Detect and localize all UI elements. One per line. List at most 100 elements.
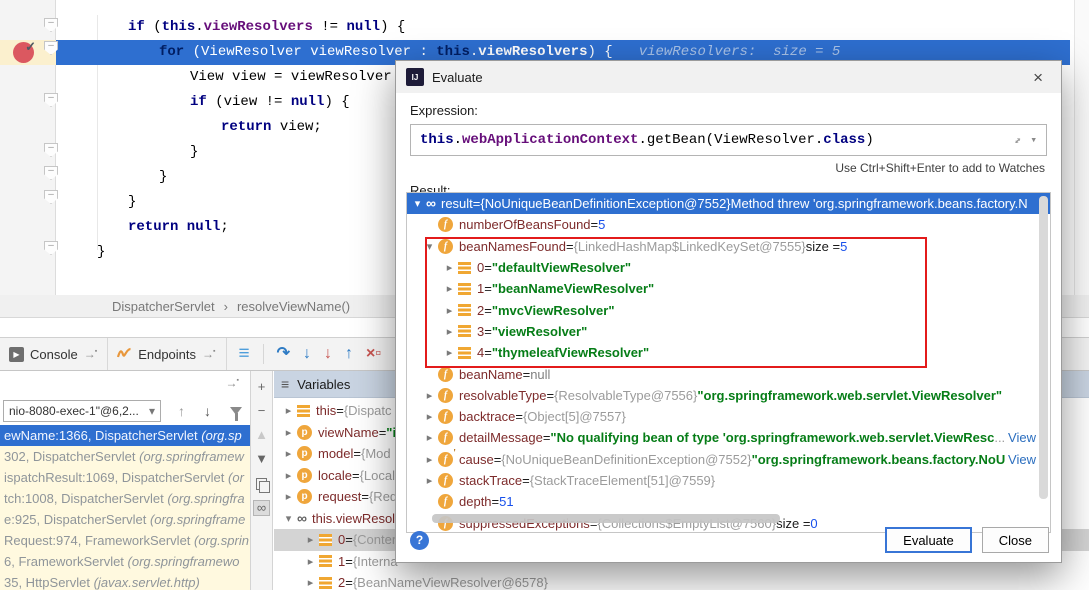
token: null bbox=[291, 94, 325, 110]
code-line[interactable]: if (this.viewResolvers != null) { bbox=[56, 15, 1070, 40]
copy-glyph bbox=[256, 478, 267, 490]
console-icon: ▶ bbox=[9, 347, 24, 362]
panel-options-icon[interactable]: →▪ bbox=[226, 376, 240, 390]
menu-icon[interactable]: ≡ bbox=[281, 376, 289, 392]
stack-frame-row[interactable]: 302, DispatcherServlet (org.springframew bbox=[0, 446, 250, 467]
tree-row[interactable]: ▸2 = "mvcViewResolver" bbox=[407, 299, 1050, 320]
token: ) { bbox=[324, 94, 349, 110]
chevron-right-icon[interactable]: ▸ bbox=[280, 447, 297, 460]
tree-row[interactable]: ▸fbacktrace = {Object[5]@7557} bbox=[407, 406, 1050, 427]
chevron-right-icon[interactable]: ▸ bbox=[302, 533, 319, 546]
chevron-right-icon[interactable]: ▸ bbox=[280, 404, 297, 417]
drop-frame-icon[interactable]: ×▫ bbox=[366, 346, 381, 362]
token: {Local bbox=[360, 468, 395, 483]
chevron-right-icon[interactable]: ▸ bbox=[441, 325, 458, 338]
tree-row[interactable]: fnumberOfBeansFound = 5 bbox=[407, 214, 1050, 235]
expression-input[interactable]: this.webApplicationContext.getBean(ViewR… bbox=[410, 124, 1047, 156]
tab-endpoints[interactable]: Endpoints →▪ bbox=[108, 338, 226, 370]
tree-row[interactable]: ▸2 = {BeanNameViewResolver@6578} bbox=[274, 572, 1089, 590]
close-icon[interactable]: × bbox=[1025, 69, 1051, 86]
result-vertical-scrollbar[interactable] bbox=[1039, 196, 1048, 499]
close-button[interactable]: Close bbox=[982, 527, 1049, 553]
frame-method: tch:1008, DispatcherServlet bbox=[4, 491, 167, 506]
tree-row[interactable]: ▸3 = "viewResolver" bbox=[407, 321, 1050, 342]
move-up-icon[interactable]: ▲ bbox=[253, 428, 270, 444]
expression-text[interactable]: this.webApplicationContext.getBean(ViewR… bbox=[420, 132, 1005, 148]
remove-watch-icon[interactable]: − bbox=[253, 404, 270, 420]
thread-selector[interactable]: nio-8080-exec-1"@6,2... ▾ bbox=[3, 400, 161, 422]
history-dropdown-icon[interactable]: ▾ bbox=[1030, 133, 1037, 147]
show-watches-icon[interactable]: ∞ bbox=[253, 500, 270, 516]
chevron-right-icon[interactable]: ▸ bbox=[441, 282, 458, 295]
stack-frame-row[interactable]: e:925, DispatcherServlet (org.springfram… bbox=[0, 509, 250, 530]
chevron-right-icon[interactable]: ▸ bbox=[421, 389, 438, 402]
stack-frame-row[interactable]: Request:974, FrameworkServlet (org.sprin bbox=[0, 530, 250, 551]
token: ( bbox=[153, 19, 161, 35]
tree-row[interactable]: ▸1 = "beanNameViewResolver" bbox=[407, 278, 1050, 299]
tree-row[interactable]: fdepth = 51 bbox=[407, 491, 1050, 512]
tree-row[interactable]: ▾fbeanNamesFound = {LinkedHashMap$Linked… bbox=[407, 236, 1050, 257]
stack-frame-row[interactable]: ewName:1366, DispatcherServlet (org.sp bbox=[0, 425, 250, 446]
view-link[interactable]: View bbox=[1005, 430, 1036, 445]
view-options-icon[interactable]: ≡ bbox=[239, 346, 250, 362]
token: = bbox=[494, 452, 502, 467]
step-out-icon[interactable]: ↑ bbox=[345, 346, 353, 362]
token: {StackTraceElement[51]@7559} bbox=[530, 473, 715, 488]
tab-options-icon[interactable]: →▪ bbox=[84, 347, 98, 361]
chevron-right-icon[interactable]: ▸ bbox=[421, 474, 438, 487]
evaluate-button[interactable]: Evaluate bbox=[885, 527, 972, 553]
filter-icon[interactable] bbox=[230, 407, 242, 415]
help-icon[interactable]: ? bbox=[410, 531, 429, 550]
stack-frame-row[interactable]: 35, HttpServlet (javax.servlet.http) bbox=[0, 572, 250, 590]
dialog-titlebar[interactable]: IJ Evaluate × bbox=[396, 61, 1061, 93]
token: . bbox=[195, 19, 203, 35]
step-over-icon[interactable]: ↷ bbox=[277, 346, 290, 362]
view-link[interactable]: View bbox=[1005, 452, 1036, 467]
token: = bbox=[484, 260, 492, 275]
step-into-icon[interactable]: ↓ bbox=[303, 346, 311, 362]
up-the-stack-icon[interactable]: ↑ bbox=[178, 403, 185, 419]
chevron-right-icon[interactable]: ▸ bbox=[280, 426, 297, 439]
chevron-right-icon[interactable]: ▸ bbox=[441, 261, 458, 274]
chevron-right-icon[interactable]: ▸ bbox=[421, 410, 438, 423]
editor-scrollbar[interactable] bbox=[1074, 0, 1089, 295]
tree-row[interactable]: ▸f'cause = {NoUniqueBeanDefinitionExcept… bbox=[407, 449, 1050, 470]
breakpoint-icon[interactable]: ✓ bbox=[13, 42, 34, 63]
add-watch-icon[interactable]: + bbox=[253, 380, 270, 396]
tree-row[interactable]: ▸0 = "defaultViewResolver" bbox=[407, 257, 1050, 278]
chevron-right-icon[interactable]: ▸ bbox=[441, 346, 458, 359]
down-the-stack-icon[interactable]: ↓ bbox=[204, 403, 211, 419]
token: = bbox=[336, 403, 344, 418]
tab-options-icon[interactable]: →▪ bbox=[202, 347, 216, 361]
chevron-right-icon[interactable]: ▸ bbox=[302, 555, 319, 568]
tree-row[interactable]: fbeanName = null bbox=[407, 363, 1050, 384]
expand-icon[interactable]: ↗↙ bbox=[1014, 133, 1020, 147]
stack-frame-row[interactable]: ispatchResult:1069, DispatcherServlet (o… bbox=[0, 467, 250, 488]
chevron-down-icon[interactable]: ▾ bbox=[421, 240, 438, 253]
tree-row[interactable]: ▸fdetailMessage = "No qualifying bean of… bbox=[407, 427, 1050, 448]
chevron-right-icon[interactable]: ▸ bbox=[421, 431, 438, 444]
chevron-right-icon[interactable]: ▸ bbox=[441, 304, 458, 317]
tab-console[interactable]: ▶ Console →▪ bbox=[0, 338, 108, 370]
token: = bbox=[484, 345, 492, 360]
dialog-footer: ? Evaluate Close bbox=[410, 527, 1049, 553]
stack-frame-row[interactable]: 6, FrameworkServlet (org.springframewo bbox=[0, 551, 250, 572]
tree-row[interactable]: ▸fstackTrace = {StackTraceElement[51]@75… bbox=[407, 470, 1050, 491]
chevron-right-icon[interactable]: ▸ bbox=[280, 490, 297, 503]
chevron-right-icon[interactable]: ▸ bbox=[421, 453, 438, 466]
chevron-right-icon[interactable]: ▸ bbox=[280, 469, 297, 482]
chevron-down-icon[interactable]: ▾ bbox=[409, 197, 426, 210]
breadcrumb-class[interactable]: DispatcherServlet bbox=[112, 299, 215, 314]
chevron-down-icon[interactable]: ▾ bbox=[280, 512, 297, 525]
result-horizontal-scrollbar[interactable] bbox=[432, 514, 780, 523]
force-step-into-icon[interactable]: ↓ bbox=[324, 346, 332, 362]
tree-row[interactable]: ▸4 = "thymeleafViewResolver" bbox=[407, 342, 1050, 363]
tree-row[interactable]: ▾∞result = {NoUniqueBeanDefinitionExcept… bbox=[407, 193, 1050, 214]
dialog-title: Evaluate bbox=[432, 70, 1017, 85]
chevron-right-icon[interactable]: ▸ bbox=[302, 576, 319, 589]
stack-frame-row[interactable]: tch:1008, DispatcherServlet (org.springf… bbox=[0, 488, 250, 509]
move-down-icon[interactable]: ▼ bbox=[253, 452, 270, 468]
tree-row[interactable]: ▸fresolvableType = {ResolvableType@7556}… bbox=[407, 385, 1050, 406]
duplicate-watch-icon[interactable] bbox=[253, 476, 270, 492]
breadcrumb-method[interactable]: resolveViewName() bbox=[237, 299, 350, 314]
